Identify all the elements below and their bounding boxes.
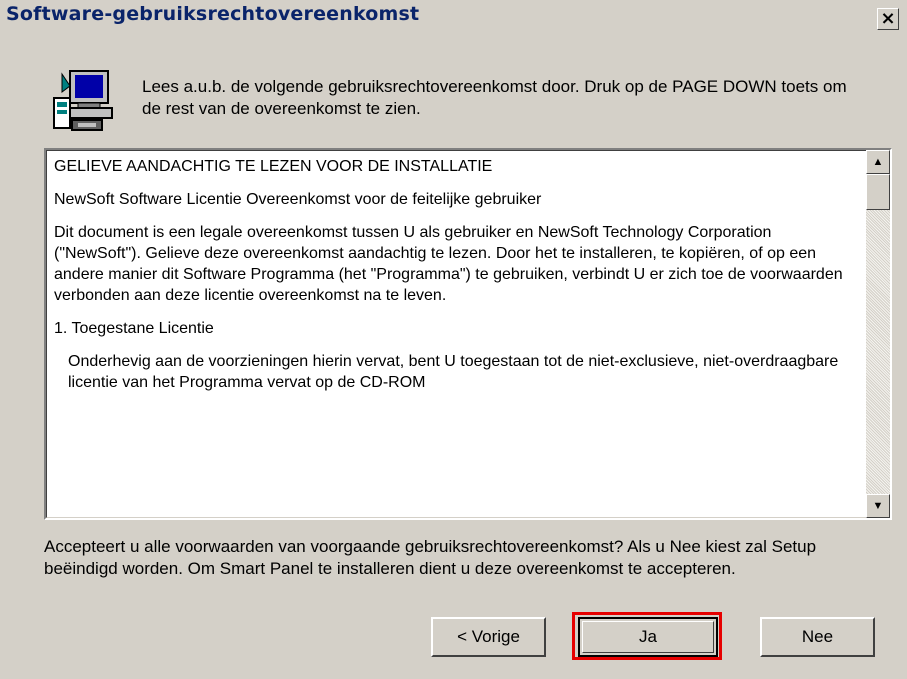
no-button-label: Nee <box>801 627 834 646</box>
license-section-title: 1. Toegestane Licentie <box>54 320 214 337</box>
title-bar: Software-gebruiksrechtovereenkomst × <box>0 0 907 34</box>
arrow-down-icon: ▼ <box>872 500 884 512</box>
license-paragraph: Onderhevig aan de voorzieningen hierin v… <box>68 353 839 391</box>
back-button-label: < Vorige <box>457 627 520 646</box>
license-paragraph: Dit document is een legale overeenkomst … <box>54 224 843 304</box>
close-icon: × <box>880 8 896 29</box>
computer-setup-icon <box>53 70 113 131</box>
scroll-down-button[interactable]: ▼ <box>866 494 890 518</box>
scroll-up-button[interactable]: ▲ <box>866 150 890 174</box>
license-heading: GELIEVE AANDACHTIG TE LEZEN VOOR DE INST… <box>54 158 493 175</box>
accept-question: Accepteert u alle voorwaarden van voorga… <box>44 537 817 578</box>
highlight-box <box>572 612 722 660</box>
close-button[interactable]: × <box>877 8 899 30</box>
back-button[interactable]: < Vorige <box>431 617 546 657</box>
intro-text: Lees a.u.b. de volgende gebruiksrechtove… <box>142 77 847 118</box>
window-title: Software-gebruiksrechtovereenkomst <box>6 3 420 25</box>
arrow-up-icon: ▲ <box>872 156 884 168</box>
no-button[interactable]: Nee <box>760 617 875 657</box>
vertical-scrollbar[interactable]: ▲ ▼ <box>866 150 890 518</box>
license-text-box[interactable]: GELIEVE AANDACHTIG TE LEZEN VOOR DE INST… <box>44 148 892 520</box>
scrollbar-thumb[interactable] <box>866 174 890 210</box>
license-text: GELIEVE AANDACHTIG TE LEZEN VOOR DE INST… <box>54 156 860 405</box>
license-subheading: NewSoft Software Licentie Overeenkomst v… <box>54 191 542 208</box>
